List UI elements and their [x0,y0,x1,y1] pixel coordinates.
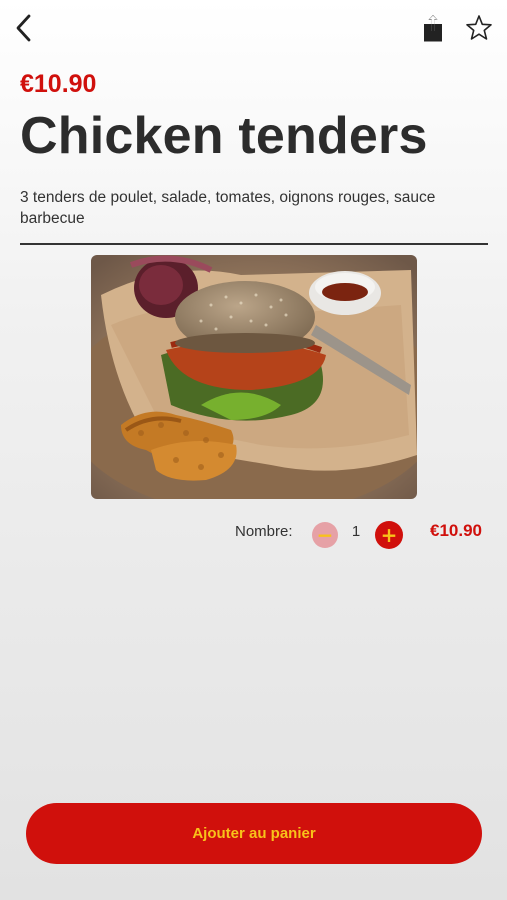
star-outline-icon [466,15,492,40]
burger-photo [91,255,417,499]
product-title: Chicken tenders [20,107,428,165]
product-image [91,255,417,499]
divider [20,243,488,245]
quantity-increase-button[interactable]: + [375,521,403,549]
quantity-decrease-button[interactable]: − [312,522,338,548]
quantity-value: 1 [351,523,361,540]
chevron-left-icon [16,14,31,42]
minus-icon: − [316,523,334,547]
line-total-price: €10.90 [430,521,482,540]
top-bar [0,0,507,56]
share-button[interactable] [418,12,448,44]
add-to-cart-label: Ajouter au panier [192,825,316,842]
product-price: €10.90 [20,70,97,98]
plus-icon: + [380,523,398,547]
favorite-button[interactable] [463,12,495,44]
add-to-cart-button[interactable]: Ajouter au panier [26,803,482,864]
share-icon [424,15,442,42]
quantity-label: Nombre: [235,523,293,540]
back-button[interactable] [8,10,40,46]
product-description: 3 tenders de poulet, salade, tomates, oi… [20,189,436,227]
